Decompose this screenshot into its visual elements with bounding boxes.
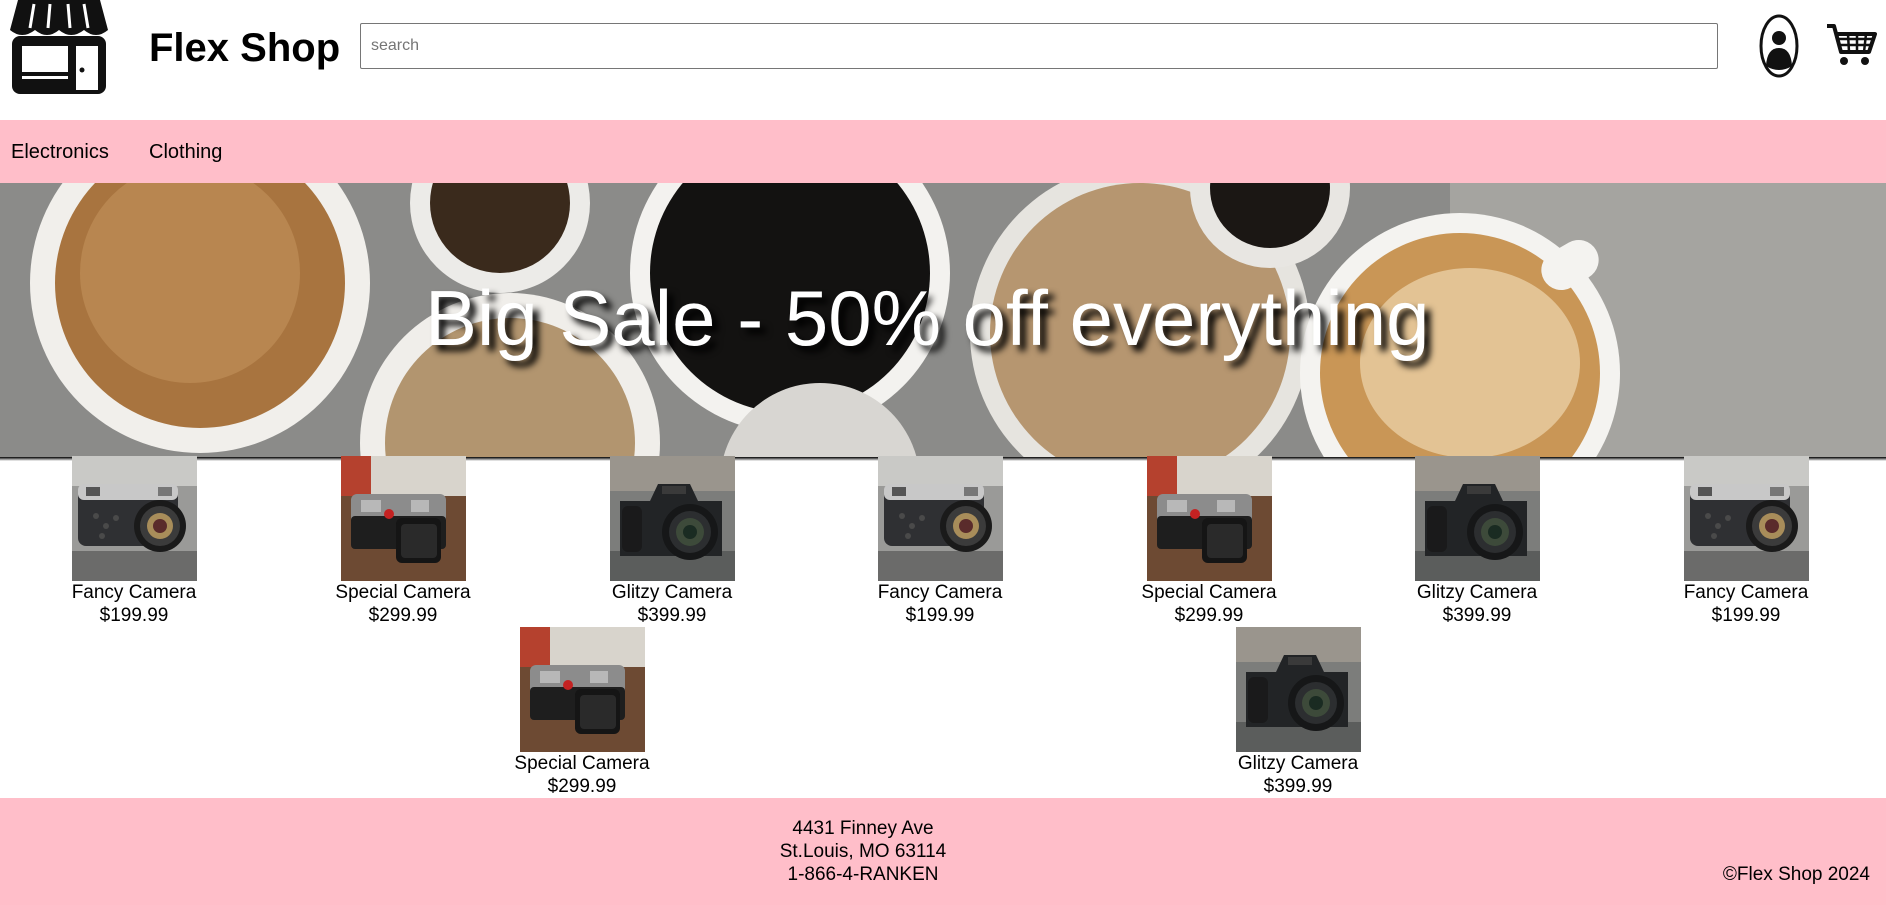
category-nav: Electronics Clothing xyxy=(0,120,1886,183)
product-price: $299.99 xyxy=(1174,605,1244,626)
product-card[interactable]: Special Camera $299.99 xyxy=(1119,456,1299,627)
user-icon[interactable] xyxy=(1759,14,1799,78)
product-name[interactable]: Fancy Camera xyxy=(850,581,1030,604)
product-card[interactable]: Special Camera $299.99 xyxy=(492,627,672,798)
product-price: $199.99 xyxy=(905,605,975,626)
nav-item-electronics[interactable]: Electronics xyxy=(11,140,109,164)
banner-headline: Big Sale - 50% off everything xyxy=(425,274,1430,362)
product-card[interactable]: Glitzy Camera $399.99 xyxy=(1387,456,1567,627)
phone-number: 1-866-4-RANKEN xyxy=(787,864,939,885)
product-name[interactable]: Special Camera xyxy=(313,581,493,604)
product-card[interactable]: Fancy Camera $199.99 xyxy=(850,456,1030,627)
search-input[interactable] xyxy=(360,23,1718,69)
site-title: Flex Shop xyxy=(149,26,341,70)
product-price: $399.99 xyxy=(1263,776,1333,797)
product-image[interactable] xyxy=(1147,456,1272,581)
product-card[interactable]: Special Camera $299.99 xyxy=(313,456,493,627)
product-name[interactable]: Special Camera xyxy=(492,752,672,775)
product-card[interactable]: Fancy Camera $199.99 xyxy=(44,456,224,627)
product-name[interactable]: Fancy Camera xyxy=(1656,581,1836,604)
product-image[interactable] xyxy=(520,627,645,752)
product-price: $199.99 xyxy=(1711,605,1781,626)
product-image[interactable] xyxy=(878,456,1003,581)
product-image[interactable] xyxy=(72,456,197,581)
address-city: St.Louis, MO 63114 xyxy=(779,841,947,862)
product-name[interactable]: Glitzy Camera xyxy=(582,581,762,604)
address-street: 4431 Finney Ave xyxy=(792,818,934,839)
product-name[interactable]: Glitzy Camera xyxy=(1208,752,1388,775)
product-image[interactable] xyxy=(341,456,466,581)
sale-banner[interactable]: Big Sale - 50% off everything xyxy=(0,183,1886,458)
product-card[interactable]: Fancy Camera $199.99 xyxy=(1656,456,1836,627)
nav-item-clothing[interactable]: Clothing xyxy=(149,140,222,164)
product-image[interactable] xyxy=(1236,627,1361,752)
copyright: ©Flex Shop 2024 xyxy=(1722,864,1870,885)
product-price: $199.99 xyxy=(99,605,169,626)
product-price: $399.99 xyxy=(1442,605,1512,626)
product-name[interactable]: Fancy Camera xyxy=(44,581,224,604)
header: Flex Shop xyxy=(0,0,1886,120)
product-price: $299.99 xyxy=(368,605,438,626)
store-logo-icon[interactable] xyxy=(10,0,108,96)
product-card[interactable]: Glitzy Camera $399.99 xyxy=(1208,627,1388,798)
cart-icon[interactable] xyxy=(1825,22,1877,68)
store-address: 4431 Finney Ave St.Louis, MO 63114 1-866… xyxy=(700,817,1026,886)
product-name[interactable]: Special Camera xyxy=(1119,581,1299,604)
product-card[interactable]: Glitzy Camera $399.99 xyxy=(582,456,762,627)
product-image[interactable] xyxy=(1415,456,1540,581)
product-image[interactable] xyxy=(1684,456,1809,581)
product-price: $399.99 xyxy=(637,605,707,626)
product-name[interactable]: Glitzy Camera xyxy=(1387,581,1567,604)
footer: 4431 Finney Ave St.Louis, MO 63114 1-866… xyxy=(0,798,1886,905)
product-price: $299.99 xyxy=(547,776,617,797)
product-image[interactable] xyxy=(610,456,735,581)
